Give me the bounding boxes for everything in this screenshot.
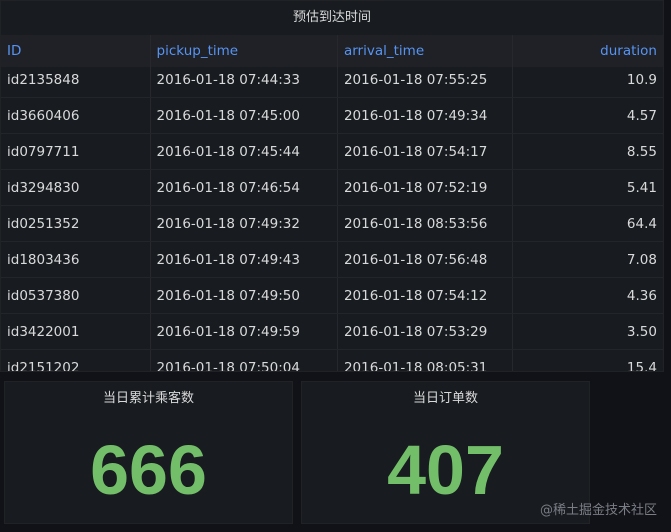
stat-title[interactable]: 当日累计乘客数 <box>5 390 292 408</box>
cell-pickup-time: 2016-01-18 07:44:33 <box>151 62 338 97</box>
cell-arrival-time: 2016-01-18 08:05:31 <box>338 350 514 371</box>
cell-duration: 3.50 <box>626 323 657 340</box>
cell-duration: 5.41 <box>626 179 657 196</box>
table-row: id3422001 2016-01-18 07:49:59 2016-01-18 0… <box>1 314 663 350</box>
watermark: @稀土掘金技术社区 <box>539 503 657 518</box>
cell-pickup-time: 2016-01-18 07:46:54 <box>151 170 338 205</box>
cell-arrival-time: 2016-01-18 07:56:48 <box>338 242 514 277</box>
cell-id: id0797711 <box>1 134 151 169</box>
column-header-pickup-time[interactable]: pickup_time <box>151 35 338 67</box>
table-row: id2151202 2016-01-18 07:50:04 2016-01-18 0… <box>1 350 663 372</box>
cell-id: id3422001 <box>1 314 151 349</box>
cell-duration: 15.4 <box>626 359 657 372</box>
cell-duration: 10.9 <box>626 71 657 88</box>
cell-arrival-time: 2016-01-18 07:49:34 <box>338 98 514 133</box>
cell-pickup-time: 2016-01-18 07:49:32 <box>151 206 338 241</box>
cell-pickup-time: 2016-01-18 07:49:50 <box>151 278 338 313</box>
cell-arrival-time: 2016-01-18 07:52:19 <box>338 170 514 205</box>
column-header-id[interactable]: ID <box>1 35 151 67</box>
cell-id: id3294830 <box>1 170 151 205</box>
stat-title[interactable]: 当日订单数 <box>302 390 589 408</box>
cell-id: id2151202 <box>1 350 151 371</box>
cell-pickup-time: 2016-01-18 07:45:00 <box>151 98 338 133</box>
table-row: id2135848 2016-01-18 07:44:33 2016-01-18 0… <box>1 62 663 98</box>
cell-pickup-time: 2016-01-18 07:45:44 <box>151 134 338 169</box>
cell-id: id0251352 <box>1 206 151 241</box>
cell-duration: 7.08 <box>626 251 657 268</box>
table-row: id0797711 2016-01-18 07:45:44 2016-01-18 0… <box>1 134 663 170</box>
stat-value: 407 <box>387 431 504 509</box>
table-row: id0537380 2016-01-18 07:49:50 2016-01-18 0… <box>1 278 663 314</box>
table-body[interactable]: id2135848 2016-01-18 07:44:33 2016-01-18 0… <box>1 62 663 372</box>
cell-id: id2135848 <box>1 62 151 97</box>
eta-table-panel: 预估到达时间 id2135848 2016-01-18 07:44:33 2016-… <box>0 0 664 372</box>
panel-title[interactable]: 预估到达时间 <box>1 1 663 35</box>
table-row: id0251352 2016-01-18 07:49:32 2016-01-18 0… <box>1 206 663 242</box>
table-row: id3294830 2016-01-18 07:46:54 2016-01-18 0… <box>1 170 663 206</box>
cell-duration: 8.55 <box>626 143 657 160</box>
table-row: id1803436 2016-01-18 07:49:43 2016-01-18 0… <box>1 242 663 278</box>
table-header: ID pickup_time arrival_time duration <box>1 35 663 67</box>
table-row: id3660406 2016-01-18 07:45:00 2016-01-18 0… <box>1 98 663 134</box>
cell-arrival-time: 2016-01-18 08:53:56 <box>338 206 514 241</box>
cell-id: id1803436 <box>1 242 151 277</box>
column-header-duration[interactable]: duration <box>513 35 663 67</box>
cell-duration: 64.4 <box>626 215 657 232</box>
cell-duration: 4.57 <box>626 107 657 124</box>
cell-arrival-time: 2016-01-18 07:53:29 <box>338 314 514 349</box>
dashboard: 预估到达时间 id2135848 2016-01-18 07:44:33 2016-… <box>0 0 671 532</box>
column-header-arrival-time[interactable]: arrival_time <box>338 35 514 67</box>
cell-arrival-time: 2016-01-18 07:55:25 <box>338 62 514 97</box>
cell-pickup-time: 2016-01-18 07:50:04 <box>151 350 338 371</box>
stat-panel-passengers: 当日累计乘客数 666 <box>4 381 293 524</box>
cell-pickup-time: 2016-01-18 07:49:59 <box>151 314 338 349</box>
stat-value: 666 <box>90 431 207 509</box>
cell-arrival-time: 2016-01-18 07:54:17 <box>338 134 514 169</box>
cell-arrival-time: 2016-01-18 07:54:12 <box>338 278 514 313</box>
cell-id: id3660406 <box>1 98 151 133</box>
cell-duration: 4.36 <box>626 287 657 304</box>
cell-pickup-time: 2016-01-18 07:49:43 <box>151 242 338 277</box>
cell-id: id0537380 <box>1 278 151 313</box>
